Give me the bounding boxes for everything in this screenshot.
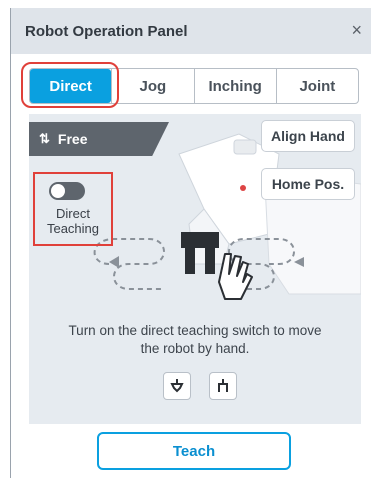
panel-title: Robot Operation Panel	[25, 23, 188, 40]
gripper-open-button[interactable]	[163, 372, 191, 400]
direct-teaching-toggle[interactable]	[49, 182, 85, 200]
mode-label: Free	[57, 131, 88, 147]
home-pos-button[interactable]: Home Pos.	[261, 168, 355, 200]
tab-jog[interactable]: Jog	[111, 69, 193, 103]
direct-teaching-label: Direct Teaching	[46, 206, 100, 236]
align-hand-button[interactable]: Align Hand	[261, 120, 355, 152]
gripper-close-icon	[218, 379, 228, 392]
teach-button[interactable]: Teach	[97, 432, 291, 470]
toggle-knob	[51, 184, 65, 198]
direct-teaching-highlight: Direct Teaching	[33, 172, 113, 246]
robot-operation-panel: Robot Operation Panel × Direct Jog Inchi…	[10, 8, 371, 478]
close-icon[interactable]: ×	[351, 20, 362, 41]
mode-indicator: ⇅ Free	[29, 122, 169, 156]
tab-joint[interactable]: Joint	[275, 69, 358, 103]
gripper-close-button[interactable]	[209, 372, 237, 400]
direct-content-area: ⇅ Free Direct Teaching Align Hand Home P…	[29, 114, 361, 424]
mode-tabs: Direct Jog Inching Joint	[29, 68, 359, 104]
gripper-open-icon	[170, 379, 184, 393]
hint-text: Turn on the direct teaching switch to mo…	[68, 323, 322, 356]
tab-inching[interactable]: Inching	[193, 69, 276, 103]
tab-direct[interactable]: Direct	[30, 69, 112, 103]
free-move-icon: ⇅	[39, 131, 50, 146]
title-bar: Robot Operation Panel ×	[11, 8, 371, 54]
robot-illustration	[93, 133, 361, 300]
